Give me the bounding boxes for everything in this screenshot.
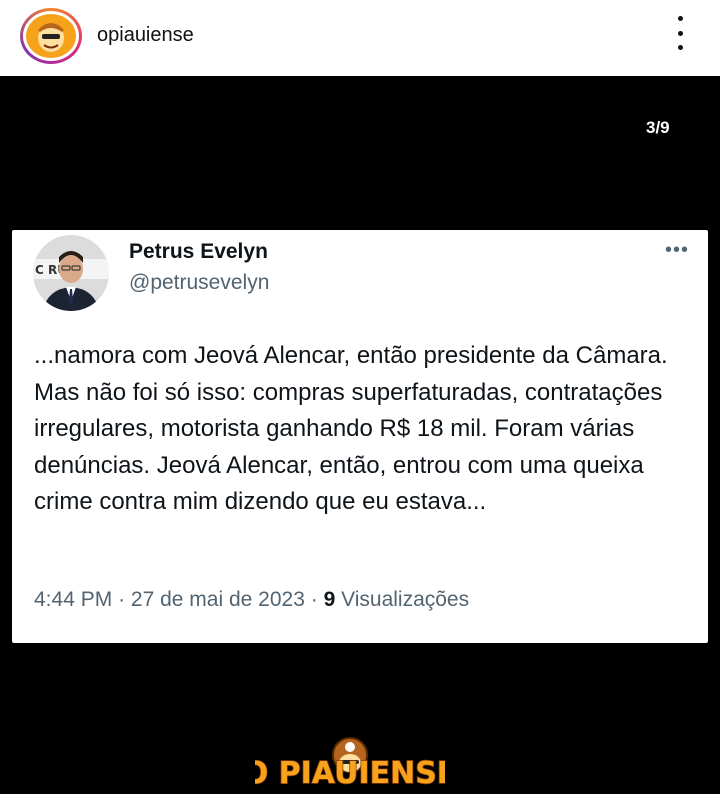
tweet-views-count: 9 [323, 588, 336, 611]
tweet-card: C RU Petrus Evelyn @petrusevelyn ••• ...… [12, 230, 708, 643]
svg-text:O PIAUIENSE: O PIAUIENSE [255, 756, 445, 789]
tweet-text: ...namora com Jeová Alencar, então presi… [34, 342, 668, 515]
tweet-author-handle: @petrusevelyn [129, 271, 270, 294]
carousel-page-counter: 3/9 [646, 118, 670, 137]
meta-separator: · [310, 588, 318, 611]
meta-separator: · [118, 588, 126, 611]
tweet-metadata: 4:44 PM · 27 de mai de 2023 · 9 Visualiz… [34, 588, 469, 612]
tweet-views-label: Visualizações [341, 588, 470, 611]
tweet-author-avatar: C RU [33, 235, 109, 311]
profile-avatar[interactable] [20, 8, 82, 64]
tweet-author-name: Petrus Evelyn [129, 240, 268, 263]
tweet-date: 27 de mai de 2023 [130, 588, 305, 611]
more-horizontal-icon: ••• [665, 239, 690, 261]
brand-mascot-icon [26, 14, 76, 58]
more-vertical-icon[interactable] [670, 16, 690, 50]
post-header: opiauiense [0, 0, 720, 76]
tweet-time: 4:44 PM [34, 588, 113, 611]
username-link[interactable]: opiauiense [97, 24, 194, 47]
brand-logo: O PIAUIENSE [242, 733, 458, 792]
